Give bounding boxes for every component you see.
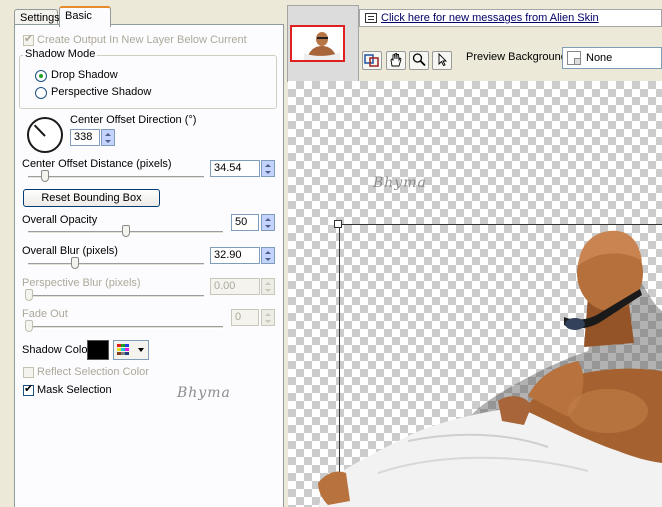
- blur-spinner[interactable]: [261, 247, 275, 264]
- message-bar: Click here for new messages from Alien S…: [359, 9, 662, 27]
- preview-background-select[interactable]: None: [562, 47, 662, 69]
- perspective-blur-spinner[interactable]: [261, 278, 275, 295]
- opacity-spinner[interactable]: [261, 214, 275, 231]
- drop-shadow-radio[interactable]: [35, 70, 47, 82]
- shadow-mode-legend: Shadow Mode: [23, 48, 98, 60]
- opacity-slider-thumb[interactable]: [122, 225, 130, 237]
- thumbnail-image: [292, 27, 343, 60]
- direction-dial[interactable]: [27, 117, 63, 153]
- reset-bounding-box-button[interactable]: Reset Bounding Box: [23, 189, 160, 207]
- pointer-icon: [438, 52, 448, 67]
- distance-slider-thumb[interactable]: [41, 170, 49, 182]
- blur-input[interactable]: 32.90: [210, 247, 260, 264]
- navigator-thumbnail[interactable]: [287, 5, 359, 82]
- blur-slider-thumb[interactable]: [71, 257, 79, 269]
- distance-label: Center Offset Distance (pixels): [22, 158, 172, 170]
- fade-out-slider-track: [28, 326, 223, 329]
- checkmark-icon: ✔: [24, 33, 34, 45]
- preview-background-label: Preview Background:: [466, 51, 570, 63]
- fade-out-input[interactable]: 0: [231, 309, 259, 326]
- direction-label: Center Offset Direction (°): [70, 114, 197, 126]
- preview-canvas[interactable]: Bhyma: [288, 81, 662, 507]
- tab-basic[interactable]: Basic: [59, 6, 111, 27]
- watermark-text: Bhyma: [177, 385, 231, 401]
- shadow-color-label: Shadow Color: [22, 344, 92, 356]
- zoom-icon: [412, 53, 426, 67]
- direction-input[interactable]: 338: [70, 129, 100, 146]
- create-output-label: Create Output In New Layer Below Current: [37, 34, 247, 46]
- perspective-blur-slider-thumb[interactable]: [25, 289, 33, 301]
- blur-label: Overall Blur (pixels): [22, 245, 118, 257]
- pointer-tool-button[interactable]: [432, 51, 452, 70]
- shadow-mode-group: Shadow Mode Drop Shadow Perspective Shad…: [19, 48, 277, 109]
- hand-icon: [390, 52, 402, 67]
- distance-slider-track: [28, 176, 204, 179]
- reflect-selection-checkbox[interactable]: [23, 367, 34, 378]
- preview-panel: Click here for new messages from Alien S…: [285, 0, 662, 507]
- perspective-blur-slider-track: [28, 295, 204, 298]
- preview-background-value: None: [586, 52, 613, 64]
- distance-input[interactable]: 34.54: [210, 160, 260, 177]
- reflect-selection-label: Reflect Selection Color: [37, 366, 149, 378]
- alien-skin-messages-link[interactable]: Click here for new messages from Alien S…: [381, 12, 599, 24]
- perspective-shadow-label: Perspective Shadow: [51, 86, 152, 98]
- message-icon: [365, 13, 377, 23]
- basic-tab-page: ✔ Create Output In New Layer Below Curre…: [14, 24, 284, 507]
- fade-out-spinner[interactable]: [261, 309, 275, 326]
- settings-panel: Settings Basic ✔ Create Output In New La…: [0, 0, 285, 507]
- distance-spinner[interactable]: [261, 160, 275, 177]
- hand-tool-button[interactable]: [386, 51, 406, 70]
- opacity-input[interactable]: 50: [231, 214, 259, 231]
- color-picker-button[interactable]: [113, 340, 149, 360]
- fade-out-slider-thumb[interactable]: [25, 320, 33, 332]
- mask-selection-checkbox[interactable]: ✔: [23, 383, 34, 396]
- preview-toggle-button[interactable]: [362, 51, 382, 70]
- opacity-label: Overall Opacity: [22, 214, 98, 226]
- shadow-color-swatch[interactable]: [87, 340, 109, 360]
- mask-selection-label: Mask Selection: [37, 384, 112, 396]
- create-output-checkbox[interactable]: ✔: [23, 33, 34, 46]
- direction-spinner[interactable]: [101, 129, 115, 146]
- blank-page-icon: [567, 51, 581, 65]
- zoom-tool-button[interactable]: [409, 51, 429, 70]
- perspective-blur-label: Perspective Blur (pixels): [22, 277, 141, 289]
- drop-shadow-label: Drop Shadow: [51, 69, 118, 81]
- fade-out-label: Fade Out: [22, 308, 68, 320]
- palette-icon: [117, 344, 144, 355]
- perspective-shadow-radio[interactable]: [35, 87, 47, 99]
- navigator-viewport-rect[interactable]: [290, 25, 345, 62]
- preview-toggle-icon: [364, 54, 379, 67]
- dial-hand: [33, 124, 46, 137]
- checkmark-icon: ✔: [24, 383, 34, 395]
- radio-dot: [39, 74, 43, 78]
- perspective-blur-input[interactable]: 0.00: [210, 278, 260, 295]
- blur-slider-track: [28, 263, 204, 266]
- preview-photo: [318, 230, 662, 507]
